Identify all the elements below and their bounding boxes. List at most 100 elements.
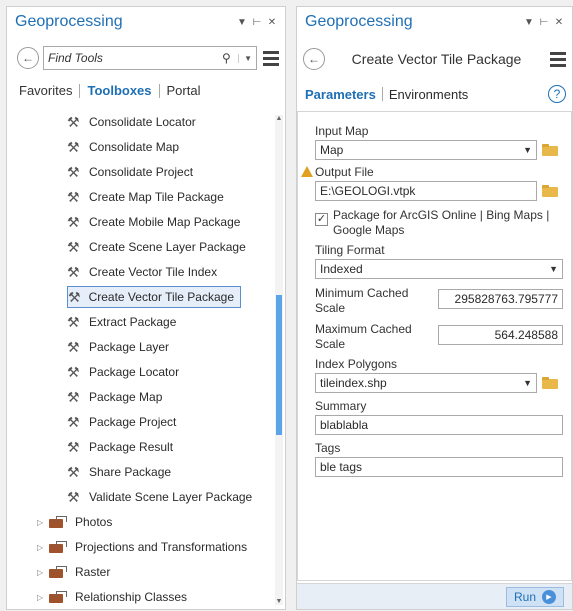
right-tabs: Parameters Environments ? (305, 85, 566, 103)
tab-toolboxes[interactable]: Toolboxes (87, 83, 151, 98)
scroll-up-icon[interactable]: ▲ (275, 115, 283, 122)
tool-title: Create Vector Tile Package (351, 51, 522, 67)
index-polygons-label: Index Polygons (315, 357, 398, 371)
toolset-relationship-classes[interactable]: ▷ Relationship Classes (37, 586, 187, 608)
tool-item[interactable]: ⚒ Consolidate Locator (67, 111, 196, 133)
geoprocessing-pane-left: Geoprocessing ▼ ⊢ ✕ ← Find Tools ⚲ ▼ Fav… (6, 6, 286, 610)
tags-label: Tags (315, 441, 341, 455)
tab-parameters[interactable]: Parameters (305, 87, 376, 102)
tool-item[interactable]: ⚒ Create Scene Layer Package (67, 236, 246, 258)
search-row: ← Find Tools ⚲ ▼ (17, 45, 279, 71)
tool-item[interactable]: ⚒ Package Locator (67, 361, 179, 383)
hammer-icon: ⚒ (67, 363, 80, 380)
back-button[interactable]: ← (303, 48, 325, 70)
tool-item[interactable]: ⚒ Share Package (67, 461, 171, 483)
hammer-icon: ⚒ (67, 113, 80, 130)
checkbox-label-line1: Package for ArcGIS Online | Bing Maps | (333, 208, 550, 222)
left-tabs: Favorites Toolboxes Portal (19, 83, 200, 98)
left-window-controls: ▼ ⊢ ✕ (237, 17, 277, 28)
tool-item[interactable]: ⚒ Extract Package (67, 311, 176, 333)
expand-icon: ▷ (37, 517, 44, 527)
dropdown-icon[interactable]: ▼ (237, 17, 247, 28)
folder-icon[interactable] (542, 377, 558, 389)
run-button[interactable]: Run ▶ (506, 587, 564, 607)
search-dropdown-icon[interactable]: ▼ (238, 53, 252, 63)
tool-item[interactable]: ⚒ Create Vector Tile Index (67, 261, 217, 283)
hammer-icon: ⚒ (67, 388, 80, 405)
toolbox-icon (49, 516, 69, 528)
tool-item[interactable]: ⚒ Consolidate Map (67, 136, 179, 158)
tool-item[interactable]: ⚒ Package Layer (67, 336, 169, 358)
find-tools-input[interactable]: Find Tools ⚲ ▼ (43, 46, 257, 70)
help-icon[interactable]: ? (548, 85, 566, 103)
min-scale-input[interactable]: 295828763.795777 (438, 289, 563, 309)
output-file-input[interactable]: E:\GEOLOGI.vtpk (315, 181, 537, 201)
find-tools-placeholder: Find Tools (48, 51, 103, 65)
checkbox-label-line2: Google Maps (333, 223, 405, 237)
tab-favorites[interactable]: Favorites (19, 83, 72, 98)
run-bar: Run ▶ (297, 583, 572, 609)
toolset-photos[interactable]: ▷ Photos (37, 511, 112, 533)
scroll-down-icon[interactable]: ▼ (275, 598, 283, 605)
expand-icon: ▷ (37, 592, 44, 602)
pin-icon[interactable]: ⊢ (539, 17, 549, 28)
summary-input[interactable]: blablabla (315, 415, 563, 435)
close-icon[interactable]: ✕ (554, 17, 564, 28)
search-icon[interactable]: ⚲ (222, 51, 238, 65)
hammer-icon: ⚒ (67, 438, 80, 455)
index-polygons-select[interactable]: tileindex.shp ▼ (315, 373, 537, 393)
menu-icon[interactable] (548, 51, 566, 67)
hammer-icon: ⚒ (67, 138, 80, 155)
hammer-icon: ⚒ (67, 263, 80, 280)
tool-item[interactable]: ⚒ Validate Scene Layer Package (67, 486, 252, 508)
toolset-projections[interactable]: ▷ Projections and Transformations (37, 536, 247, 558)
dropdown-icon[interactable]: ▼ (524, 17, 534, 28)
hammer-icon: ⚒ (67, 313, 80, 330)
hammer-icon: ⚒ (68, 288, 81, 305)
tags-input[interactable]: ble tags (315, 457, 563, 477)
back-button[interactable]: ← (17, 47, 39, 69)
scroll-thumb[interactable] (276, 295, 282, 435)
max-scale-label-line1: Maximum Cached (315, 322, 412, 336)
hammer-icon: ⚒ (67, 238, 80, 255)
tab-environments[interactable]: Environments (389, 87, 468, 102)
right-pane-title: Geoprocessing (305, 13, 413, 30)
package-online-checkbox[interactable]: ✓ (315, 213, 328, 226)
chevron-down-icon: ▼ (549, 264, 558, 274)
hammer-icon: ⚒ (67, 213, 80, 230)
folder-icon[interactable] (542, 185, 558, 197)
toolset-raster[interactable]: ▷ Raster (37, 561, 110, 583)
menu-icon[interactable] (261, 50, 279, 66)
chevron-down-icon: ▼ (523, 145, 532, 155)
tool-item-selected[interactable]: ⚒ Create Vector Tile Package (67, 286, 241, 308)
tool-item[interactable]: ⚒ Create Map Tile Package (67, 186, 224, 208)
hammer-icon: ⚒ (67, 488, 80, 505)
hammer-icon: ⚒ (67, 338, 80, 355)
tool-item[interactable]: ⚒ Consolidate Project (67, 161, 193, 183)
summary-label: Summary (315, 399, 367, 413)
right-titlebar: Geoprocessing ▼ ⊢ ✕ (297, 7, 572, 37)
toolbox-icon (49, 541, 69, 553)
warning-icon (301, 166, 313, 177)
min-scale-label-line1: Minimum Cached (315, 286, 409, 300)
tiling-format-select[interactable]: Indexed ▼ (315, 259, 563, 279)
vertical-scrollbar[interactable]: ▲ ▼ (275, 115, 283, 605)
tool-item[interactable]: ⚒ Package Project (67, 411, 176, 433)
pin-icon[interactable]: ⊢ (252, 17, 262, 28)
expand-icon: ▷ (37, 542, 44, 552)
expand-icon: ▷ (37, 567, 44, 577)
close-icon[interactable]: ✕ (267, 17, 277, 28)
tool-item[interactable]: ⚒ Package Map (67, 386, 162, 408)
folder-icon[interactable] (542, 144, 558, 156)
tool-item[interactable]: ⚒ Create Mobile Map Package (67, 211, 240, 233)
output-file-label: Output File (315, 165, 374, 179)
left-titlebar: Geoprocessing ▼ ⊢ ✕ (7, 7, 285, 37)
tiling-format-label: Tiling Format (315, 243, 385, 257)
input-map-select[interactable]: Map ▼ (315, 140, 537, 160)
hammer-icon: ⚒ (67, 163, 80, 180)
tool-item[interactable]: ⚒ Package Result (67, 436, 173, 458)
hammer-icon: ⚒ (67, 413, 80, 430)
max-scale-input[interactable]: 564.248588 (438, 325, 563, 345)
left-pane-title: Geoprocessing (15, 13, 123, 30)
tab-portal[interactable]: Portal (167, 83, 201, 98)
